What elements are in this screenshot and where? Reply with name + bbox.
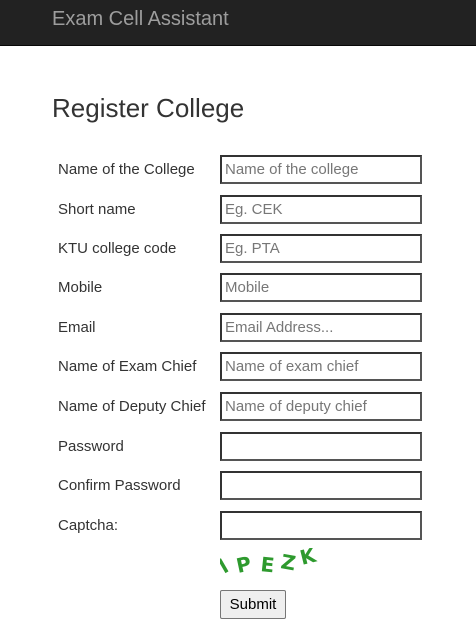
confirm-password-label: Confirm Password [58, 477, 181, 494]
form-row-captcha: Captcha: [0, 511, 476, 541]
email-input[interactable] [220, 313, 422, 342]
page-title: Register College [52, 93, 245, 123]
deputy-chief-label: Name of Deputy Chief [58, 398, 206, 415]
captcha-glyph: K [297, 548, 319, 570]
college-name-label: Name of the College [58, 161, 195, 178]
form-row-mobile: Mobile [0, 273, 476, 303]
ktu-code-input[interactable] [220, 234, 422, 263]
ktu-code-label: KTU college code [58, 240, 177, 257]
exam-chief-input[interactable] [220, 352, 422, 381]
email-label: Email [58, 319, 96, 336]
captcha-glyph: l [220, 554, 232, 578]
submit-button[interactable]: Submit [220, 590, 286, 619]
navbar-brand[interactable]: Exam Cell Assistant [52, 8, 229, 30]
form-row-email: Email [0, 313, 476, 343]
captcha-label: Captcha: [58, 517, 119, 534]
form-row-short-name: Short name [0, 195, 476, 225]
deputy-chief-input[interactable] [220, 392, 422, 421]
mobile-input[interactable] [220, 273, 422, 302]
password-label: Password [58, 438, 124, 455]
captcha-glyph: E [259, 552, 275, 577]
exam-chief-label: Name of Exam Chief [58, 358, 197, 375]
navbar: Exam Cell Assistant [0, 0, 476, 46]
confirm-password-input[interactable] [220, 471, 422, 500]
form-row-ktu-code: KTU college code [0, 234, 476, 264]
captcha-glyph: Z [279, 549, 297, 575]
short-name-input[interactable] [220, 195, 422, 224]
form-row-exam-chief: Name of Exam Chief [0, 352, 476, 382]
form-row-college-name: Name of the College [0, 155, 476, 185]
captcha-image: lPEZK [220, 548, 320, 578]
college-name-input[interactable] [220, 155, 422, 184]
captcha-input[interactable] [220, 511, 422, 540]
password-input[interactable] [220, 432, 422, 461]
form-row-deputy-chief: Name of Deputy Chief [0, 392, 476, 422]
captcha-glyph: P [234, 551, 253, 578]
short-name-label: Short name [58, 201, 136, 218]
mobile-label: Mobile [58, 279, 103, 296]
form-row-confirm-password: Confirm Password [0, 471, 476, 501]
form-row-password: Password [0, 432, 476, 462]
